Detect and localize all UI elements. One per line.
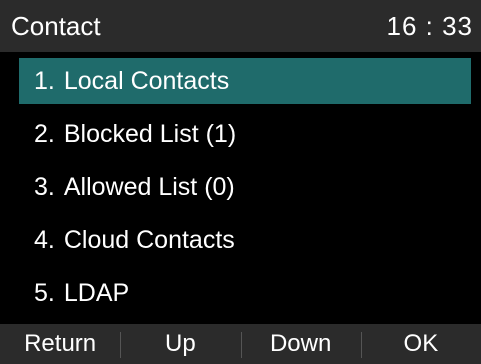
up-softkey[interactable]: Up bbox=[120, 324, 240, 364]
down-softkey[interactable]: Down bbox=[240, 324, 361, 364]
menu-item-label: LDAP bbox=[63, 278, 130, 307]
return-softkey[interactable]: Return bbox=[0, 324, 120, 364]
menu-item-local-contacts[interactable]: 1. Local Contacts bbox=[19, 58, 471, 104]
menu-item-number: 4. bbox=[34, 225, 55, 254]
menu-item-number: 5. bbox=[34, 278, 55, 307]
phone-screen: Contact 16 : 33 1. Local Contacts 2. Blo… bbox=[0, 0, 481, 364]
ok-softkey[interactable]: OK bbox=[360, 324, 481, 364]
menu-item-number: 3. bbox=[34, 172, 55, 201]
clock-time: 16 : 33 bbox=[386, 10, 473, 41]
menu-item-number: 1. bbox=[34, 66, 55, 95]
menu-item-label: Local Contacts bbox=[63, 66, 230, 95]
menu-item-label: Blocked List (1) bbox=[63, 119, 237, 148]
menu-item-label: Cloud Contacts bbox=[63, 225, 235, 254]
menu-item-cloud-contacts[interactable]: 4. Cloud Contacts bbox=[0, 217, 481, 263]
menu-item-number: 2. bbox=[34, 119, 55, 148]
softkey-bar: Return Up Down OK bbox=[0, 324, 481, 364]
contact-menu: 1. Local Contacts 2. Blocked List (1) 3.… bbox=[0, 58, 481, 323]
menu-item-blocked-list[interactable]: 2. Blocked List (1) bbox=[0, 111, 481, 157]
page-title: Contact bbox=[11, 10, 101, 41]
menu-item-allowed-list[interactable]: 3. Allowed List (0) bbox=[0, 164, 481, 210]
menu-item-ldap[interactable]: 5. LDAP bbox=[0, 270, 481, 316]
menu-item-label: Allowed List (0) bbox=[63, 172, 235, 201]
header-bar: Contact 16 : 33 bbox=[0, 0, 481, 52]
